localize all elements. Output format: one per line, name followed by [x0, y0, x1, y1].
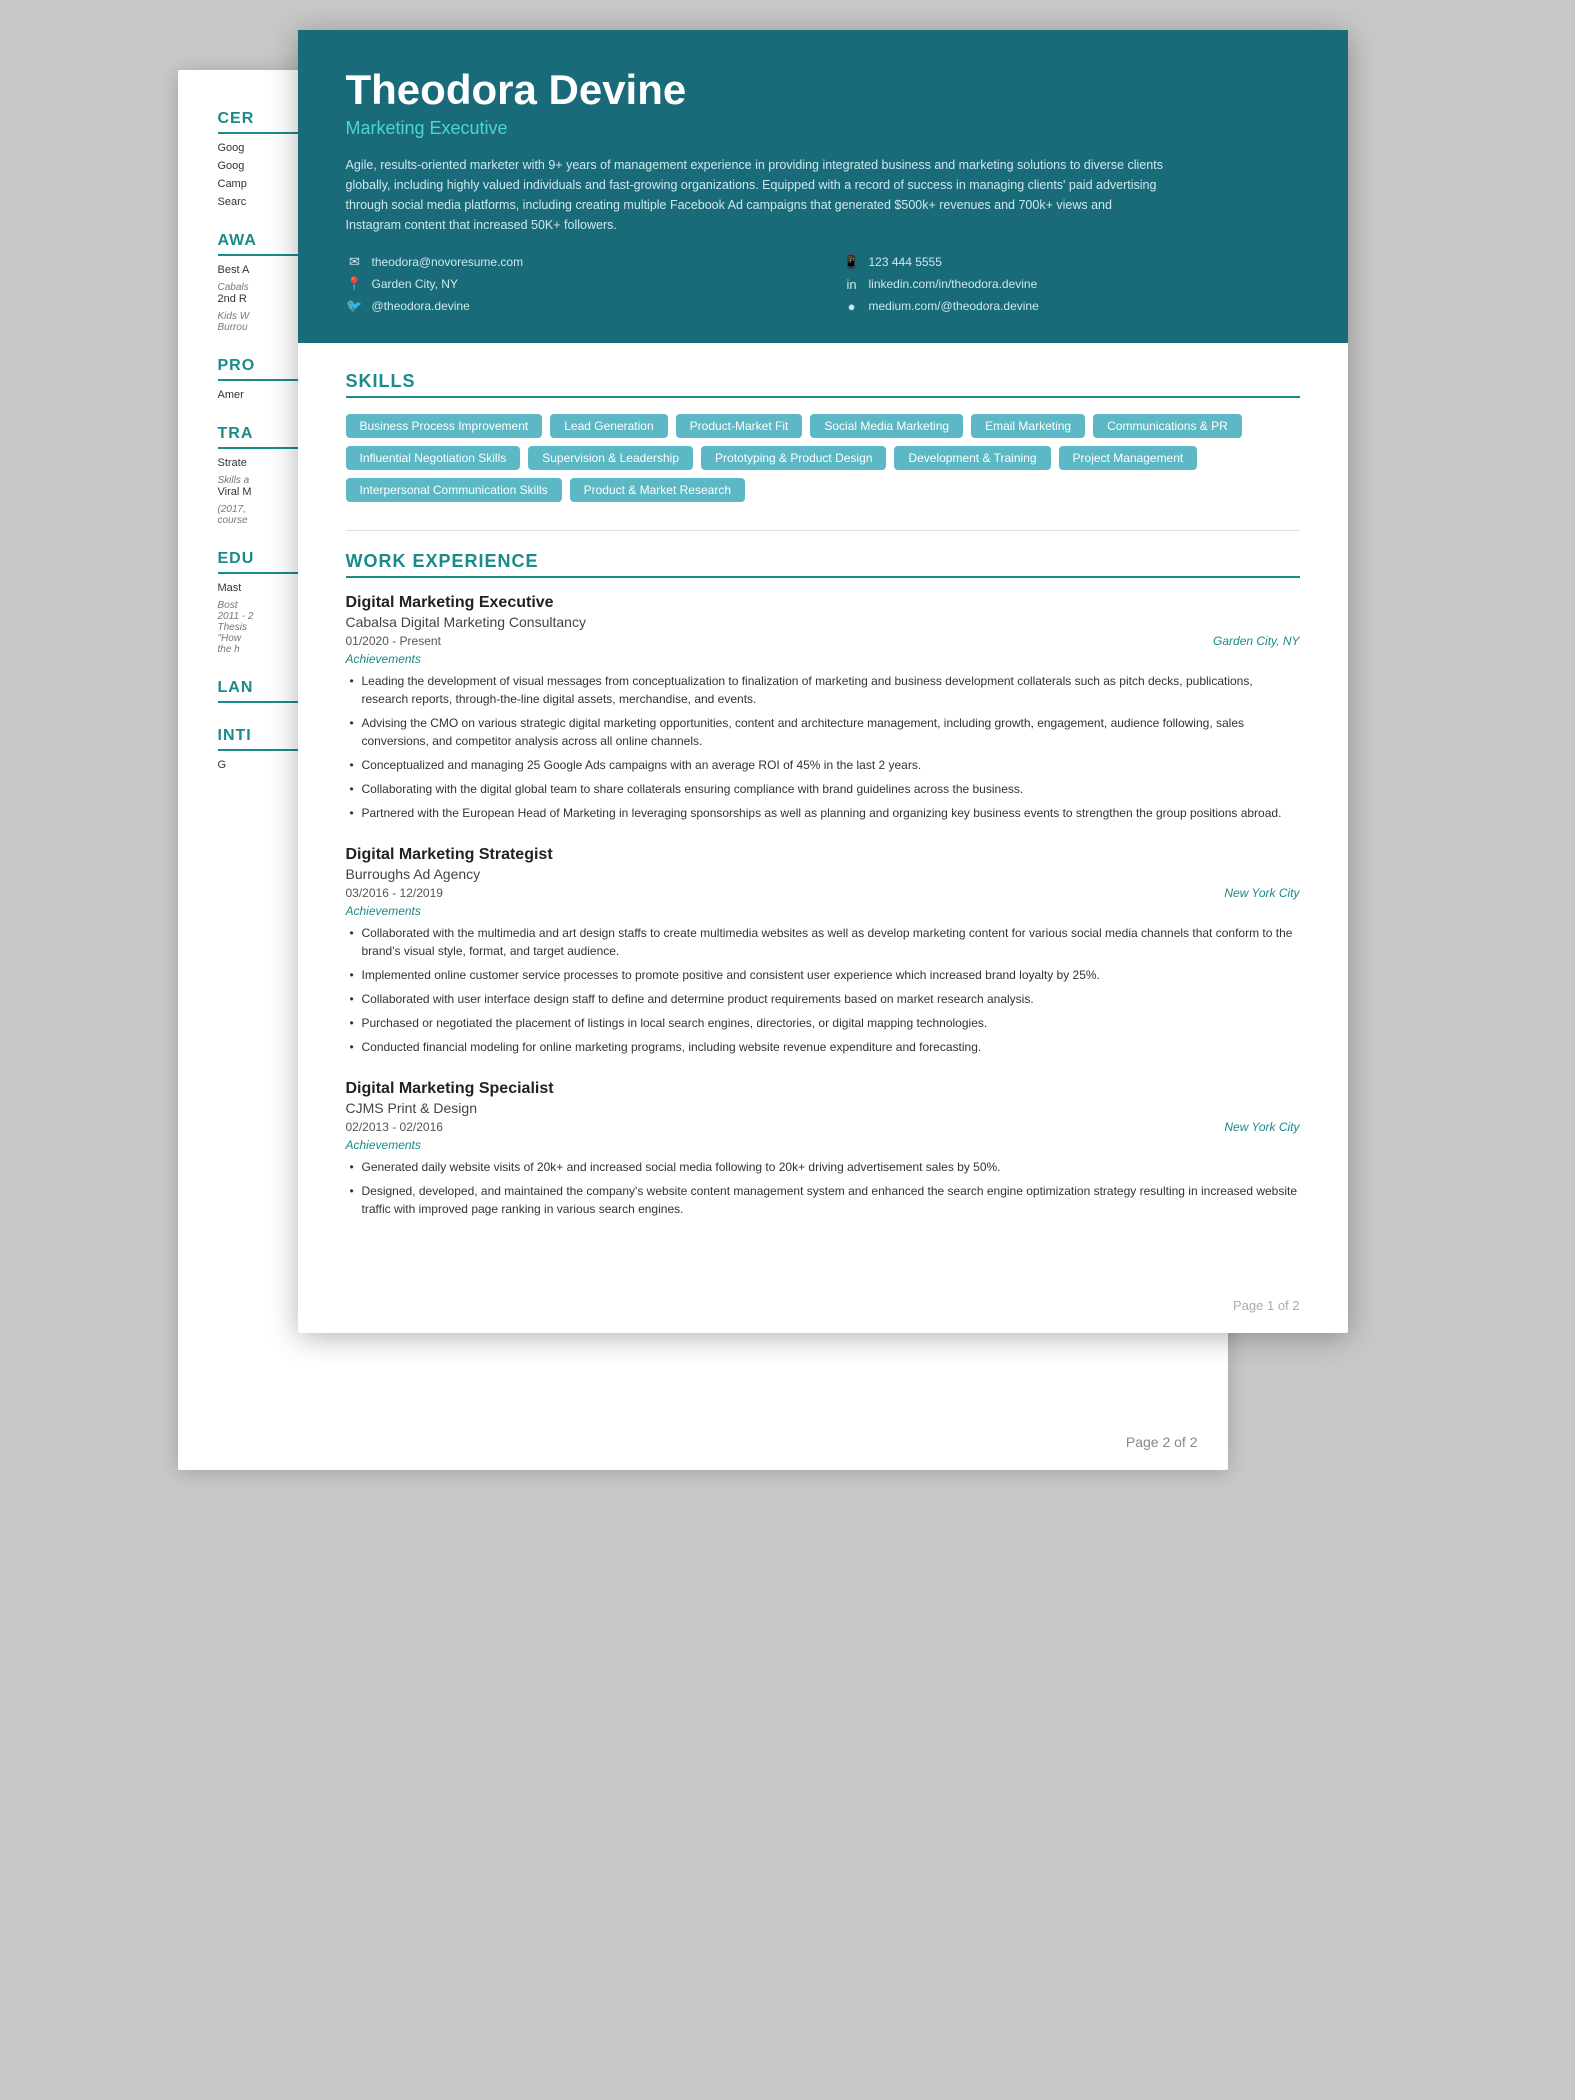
page-main: Theodora Devine Marketing Executive Agil… [298, 30, 1348, 1333]
contact-info: ✉ theodora@novoresume.com 📱 123 444 5555… [346, 255, 1300, 313]
contact-email: ✉ theodora@novoresume.com [346, 255, 803, 269]
job-bullet: Purchased or negotiated the placement of… [346, 1014, 1300, 1032]
skill-tag: Influential Negotiation Skills [346, 446, 521, 470]
job-bullet: Collaborating with the digital global te… [346, 780, 1300, 798]
work-section: WORK EXPERIENCE Digital Marketing Execut… [346, 551, 1300, 1218]
resume-summary: Agile, results-oriented marketer with 9+… [346, 155, 1166, 235]
job-company: Burroughs Ad Agency [346, 866, 1300, 882]
skill-tag: Development & Training [894, 446, 1050, 470]
skill-tag: Interpersonal Communication Skills [346, 478, 562, 502]
phone-value: 123 444 5555 [869, 255, 942, 269]
job-bullets: Generated daily website visits of 20k+ a… [346, 1158, 1300, 1218]
skill-tag: Product & Market Research [570, 478, 745, 502]
skill-tag: Email Marketing [971, 414, 1085, 438]
job-dates: 01/2020 - Present [346, 634, 441, 648]
job-meta: 02/2013 - 02/2016 New York City [346, 1120, 1300, 1134]
skill-tag: Prototyping & Product Design [701, 446, 886, 470]
skills-grid: Business Process Improvement Lead Generat… [346, 414, 1300, 502]
medium-value: medium.com/@theodora.devine [869, 299, 1039, 313]
job-title: Digital Marketing Specialist [346, 1080, 1300, 1098]
jobs-container: Digital Marketing Executive Cabalsa Digi… [346, 594, 1300, 1218]
job-bullet: Advising the CMO on various strategic di… [346, 714, 1300, 750]
job-entry: Digital Marketing Executive Cabalsa Digi… [346, 594, 1300, 822]
skill-tag: Lead Generation [550, 414, 667, 438]
skill-tag: Supervision & Leadership [528, 446, 693, 470]
linkedin-icon: in [843, 277, 861, 291]
page-stack: CER Goog Goog Camp Searc AWA Best A Caba… [238, 30, 1338, 1333]
job-bullet: Leading the development of visual messag… [346, 672, 1300, 708]
job-company: Cabalsa Digital Marketing Consultancy [346, 614, 1300, 630]
job-bullet: Conceptualized and managing 25 Google Ad… [346, 756, 1300, 774]
job-bullets: Collaborated with the multimedia and art… [346, 924, 1300, 1056]
job-achievements-label: Achievements [346, 1138, 1300, 1152]
skill-tag: Project Management [1059, 446, 1198, 470]
job-title: Digital Marketing Executive [346, 594, 1300, 612]
job-achievements-label: Achievements [346, 652, 1300, 666]
medium-icon: ● [843, 299, 861, 313]
job-bullets: Leading the development of visual messag… [346, 672, 1300, 822]
skill-tag: Social Media Marketing [810, 414, 963, 438]
job-achievements-label: Achievements [346, 904, 1300, 918]
job-bullet: Designed, developed, and maintained the … [346, 1182, 1300, 1218]
phone-icon: 📱 [843, 255, 861, 269]
header: Theodora Devine Marketing Executive Agil… [298, 30, 1348, 343]
job-entry: Digital Marketing Strategist Burroughs A… [346, 846, 1300, 1056]
skills-title: SKILLS [346, 371, 1300, 398]
job-meta: 01/2020 - Present Garden City, NY [346, 634, 1300, 648]
job-bullet: Conducted financial modeling for online … [346, 1038, 1300, 1056]
contact-phone: 📱 123 444 5555 [843, 255, 1300, 269]
job-location: Garden City, NY [1213, 634, 1299, 648]
page-label: Page 1 of 2 [298, 1282, 1348, 1333]
job-bullet: Partnered with the European Head of Mark… [346, 804, 1300, 822]
skills-section: SKILLS Business Process Improvement Lead … [346, 371, 1300, 502]
contact-address: 📍 Garden City, NY [346, 277, 803, 291]
twitter-icon: 🐦 [346, 299, 364, 313]
job-bullet: Collaborated with user interface design … [346, 990, 1300, 1008]
resume-title: Marketing Executive [346, 118, 1300, 139]
resume-name: Theodora Devine [346, 66, 1300, 114]
job-location: New York City [1224, 886, 1299, 900]
linkedin-value: linkedin.com/in/theodora.devine [869, 277, 1038, 291]
contact-twitter: 🐦 @theodora.devine [346, 299, 803, 313]
job-dates: 03/2016 - 12/2019 [346, 886, 443, 900]
twitter-value: @theodora.devine [372, 299, 470, 313]
job-location: New York City [1224, 1120, 1299, 1134]
email-icon: ✉ [346, 255, 364, 269]
job-company: CJMS Print & Design [346, 1100, 1300, 1116]
contact-medium: ● medium.com/@theodora.devine [843, 299, 1300, 313]
job-bullet: Generated daily website visits of 20k+ a… [346, 1158, 1300, 1176]
page-back-label: Page 2 of 2 [1126, 1434, 1198, 1450]
email-value: theodora@novoresume.com [372, 255, 524, 269]
main-content: SKILLS Business Process Improvement Lead … [298, 343, 1348, 1282]
job-bullet: Implemented online customer service proc… [346, 966, 1300, 984]
skill-tag: Business Process Improvement [346, 414, 543, 438]
skill-tag: Communications & PR [1093, 414, 1242, 438]
section-divider [346, 530, 1300, 531]
job-entry: Digital Marketing Specialist CJMS Print … [346, 1080, 1300, 1218]
location-icon: 📍 [346, 277, 364, 291]
contact-linkedin: in linkedin.com/in/theodora.devine [843, 277, 1300, 291]
job-bullet: Collaborated with the multimedia and art… [346, 924, 1300, 960]
job-dates: 02/2013 - 02/2016 [346, 1120, 443, 1134]
job-title: Digital Marketing Strategist [346, 846, 1300, 864]
work-title: WORK EXPERIENCE [346, 551, 1300, 578]
skill-tag: Product-Market Fit [676, 414, 803, 438]
job-meta: 03/2016 - 12/2019 New York City [346, 886, 1300, 900]
address-value: Garden City, NY [372, 277, 458, 291]
